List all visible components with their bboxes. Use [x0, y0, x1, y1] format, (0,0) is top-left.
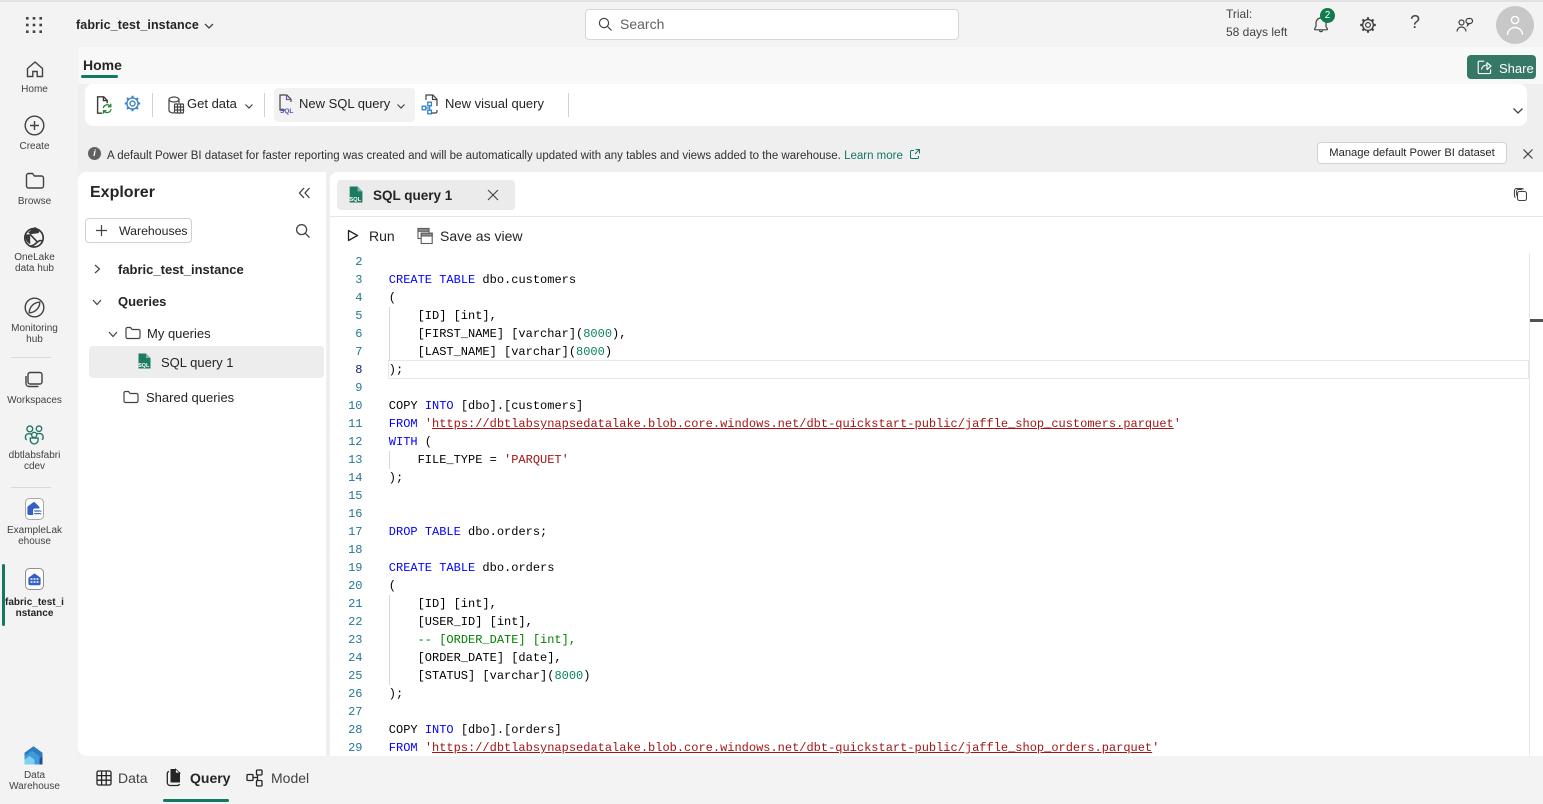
svg-text:SQL: SQL — [349, 197, 361, 203]
svg-text:SQL: SQL — [280, 108, 293, 115]
svg-text:SQL: SQL — [138, 363, 150, 369]
